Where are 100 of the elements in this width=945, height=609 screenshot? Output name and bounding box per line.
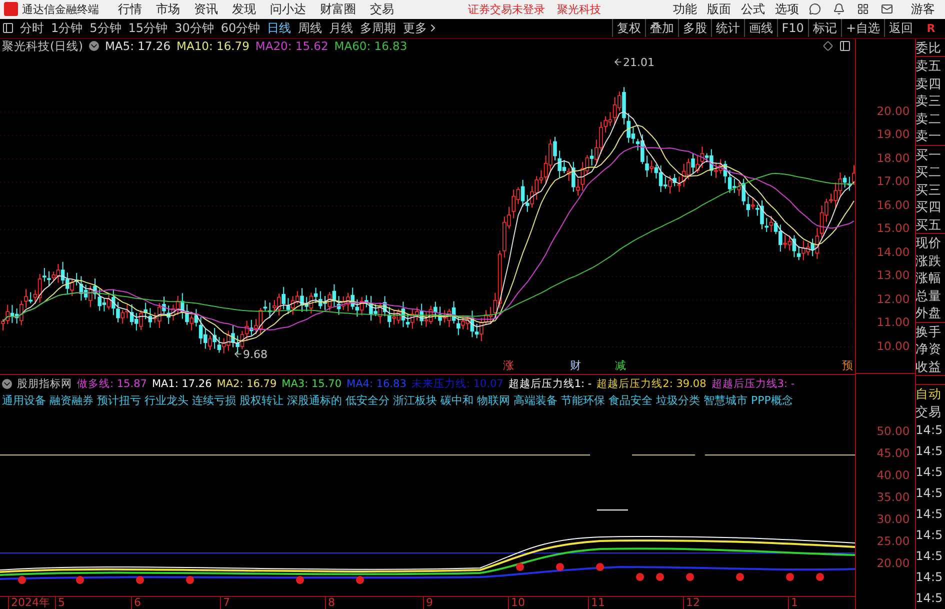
price-axis-label: 13.00 [876, 267, 911, 284]
quote-label: 净资 [916, 340, 943, 358]
trade-time: 14:5 [916, 422, 944, 439]
quote-label: 买四 [916, 198, 943, 216]
quote-label: 买二 [916, 163, 943, 180]
pressure-line [596, 509, 628, 510]
indicator-value: 未来压力线: 10.07 [411, 376, 504, 390]
menu-item[interactable]: 发现 [232, 0, 256, 18]
quote-label: 收益 [916, 358, 943, 375]
date-label: 7 [220, 597, 230, 609]
date-label: 10 [508, 597, 525, 609]
date-label: 1 [788, 597, 798, 609]
indicator-value: MA1: 17.26 [152, 378, 212, 390]
price-axis-label: 15.00 [876, 220, 911, 237]
trade-label[interactable]: 交易 [916, 402, 945, 420]
price-axis-label: 19.00 [876, 126, 911, 143]
period-tab[interactable]: 30分钟 [174, 20, 214, 37]
more-tab[interactable]: 更多 [403, 20, 440, 37]
dropdown-icon[interactable] [2, 378, 12, 388]
dropdown-icon[interactable] [88, 41, 99, 51]
quote-label: 买三 [916, 180, 943, 198]
date-label: 8 [325, 597, 335, 609]
quote-label: 现价 [916, 234, 943, 252]
period-tab[interactable]: 15分钟 [128, 20, 168, 37]
menu-item[interactable]: 交易 [370, 0, 394, 18]
menu-item[interactable]: 财富圈 [320, 0, 356, 18]
indicator-title: 股朋指标网 [17, 376, 72, 390]
arrow-icon [613, 57, 623, 67]
login-notice[interactable]: 证券交易未登录 [468, 2, 545, 17]
menu-item[interactable]: 问小达 [270, 0, 306, 18]
menu-item[interactable]: 行情 [118, 0, 142, 18]
indicator-axis-label: 25.00 [876, 532, 911, 550]
period-tab[interactable]: 60分钟 [220, 20, 260, 37]
period-tab[interactable]: 分时 [20, 20, 44, 37]
period-tab[interactable]: 月线 [329, 20, 354, 37]
auto-label[interactable]: 自动 [916, 384, 945, 402]
indicator-value: 做多线: 15.87 [77, 376, 147, 390]
quote-label: 买五 [916, 216, 943, 233]
indicator-axis-label: 35.00 [876, 488, 911, 506]
price-axis-label: 20.00 [876, 102, 911, 120]
menu-item[interactable]: 版面 [707, 0, 731, 18]
moving-average-value: MA20: 15.62 [255, 39, 328, 53]
quote-label: 卖四 [916, 74, 943, 92]
event-marker[interactable]: 涨 [503, 358, 514, 372]
bell-icon[interactable] [833, 3, 845, 16]
indicator-axis-label: 45.00 [876, 444, 911, 462]
price-axis-label: 14.00 [876, 244, 911, 260]
stock-name: 聚光科技 [557, 2, 601, 17]
period-tab[interactable]: 多周期 [360, 20, 396, 37]
date-label: 9 [423, 597, 433, 609]
chart-title: 聚光科技(日线) [2, 38, 83, 54]
event-marker[interactable]: 财 [570, 358, 581, 372]
concept-tags: 通用设备 融资融券 预计扭亏 行业龙头 连续亏损 股权转让 深股通标的 低安全分 浙江板块 碳中和 物联网 高端装备 节能环保 食品安全 垃圾分类 智慧城市 PPP概念 [0, 392, 855, 406]
price-axis-label: 16.00 [876, 196, 911, 214]
indicator-value: MA2: 16.79 [216, 378, 277, 390]
quote-label: 涨跌 [916, 252, 943, 269]
menu-item[interactable]: 选项 [775, 0, 799, 18]
period-tab[interactable]: 日线 [267, 20, 292, 37]
quote-label: 卖五 [916, 57, 943, 74]
quote-label: 卖二 [916, 110, 943, 127]
trade-time: 14:5 [916, 548, 944, 565]
event-marker[interactable]: 减 [615, 358, 626, 372]
price-axis-label: 10.00 [876, 338, 911, 354]
indicator-value: MA3: 15.70 [282, 378, 342, 390]
menu-item[interactable]: 公式 [741, 0, 765, 18]
panel-toggle-icon[interactable] [839, 40, 851, 52]
indicator-axis-label: 30.00 [876, 510, 911, 528]
moving-average-value: MA60: 16.83 [334, 39, 408, 53]
indicator-axis-label: 50.00 [876, 422, 911, 440]
period-tab[interactable]: 周线 [298, 20, 322, 37]
trade-time: 14:5 [916, 485, 944, 502]
low-price-label: 9.68 [243, 348, 268, 360]
panel-toggle-icon[interactable] [2, 22, 14, 34]
diamond-icon[interactable] [823, 41, 833, 51]
quote-label: 涨幅 [916, 269, 943, 286]
grid-icon[interactable] [857, 3, 869, 16]
menu-item[interactable]: 市场 [156, 0, 180, 18]
indicator-axis-label: 20.00 [876, 554, 911, 572]
quote-label: 卖一 [916, 127, 943, 144]
indicator-value: 超越后压力线3: - [711, 376, 795, 390]
date-label: 12 [683, 597, 700, 609]
price-axis-label: 17.00 [876, 173, 911, 190]
moving-average-value: MA10: 16.79 [176, 39, 250, 53]
quote-label: 外盘 [916, 304, 943, 322]
menu-item[interactable]: 资讯 [194, 0, 218, 18]
price-axis-label: 11.00 [876, 314, 911, 331]
quote-label: 卖三 [916, 92, 943, 110]
user-label[interactable]: 游客 [911, 0, 935, 18]
quote-label: 总量 [916, 286, 943, 304]
trade-time: 14:5 [916, 506, 944, 523]
mail-icon[interactable] [881, 3, 893, 16]
date-label: 5 [55, 597, 65, 609]
period-tab[interactable]: 5分钟 [90, 20, 122, 37]
event-marker[interactable]: 预 [842, 358, 853, 372]
trade-time: 14:5 [916, 443, 944, 460]
menu-item[interactable]: 功能 [673, 0, 697, 18]
period-tab[interactable]: 1分钟 [51, 20, 83, 37]
chat-icon[interactable] [809, 3, 821, 16]
trade-time: 14:5 [916, 527, 944, 544]
quote-label: 买一 [916, 146, 943, 163]
